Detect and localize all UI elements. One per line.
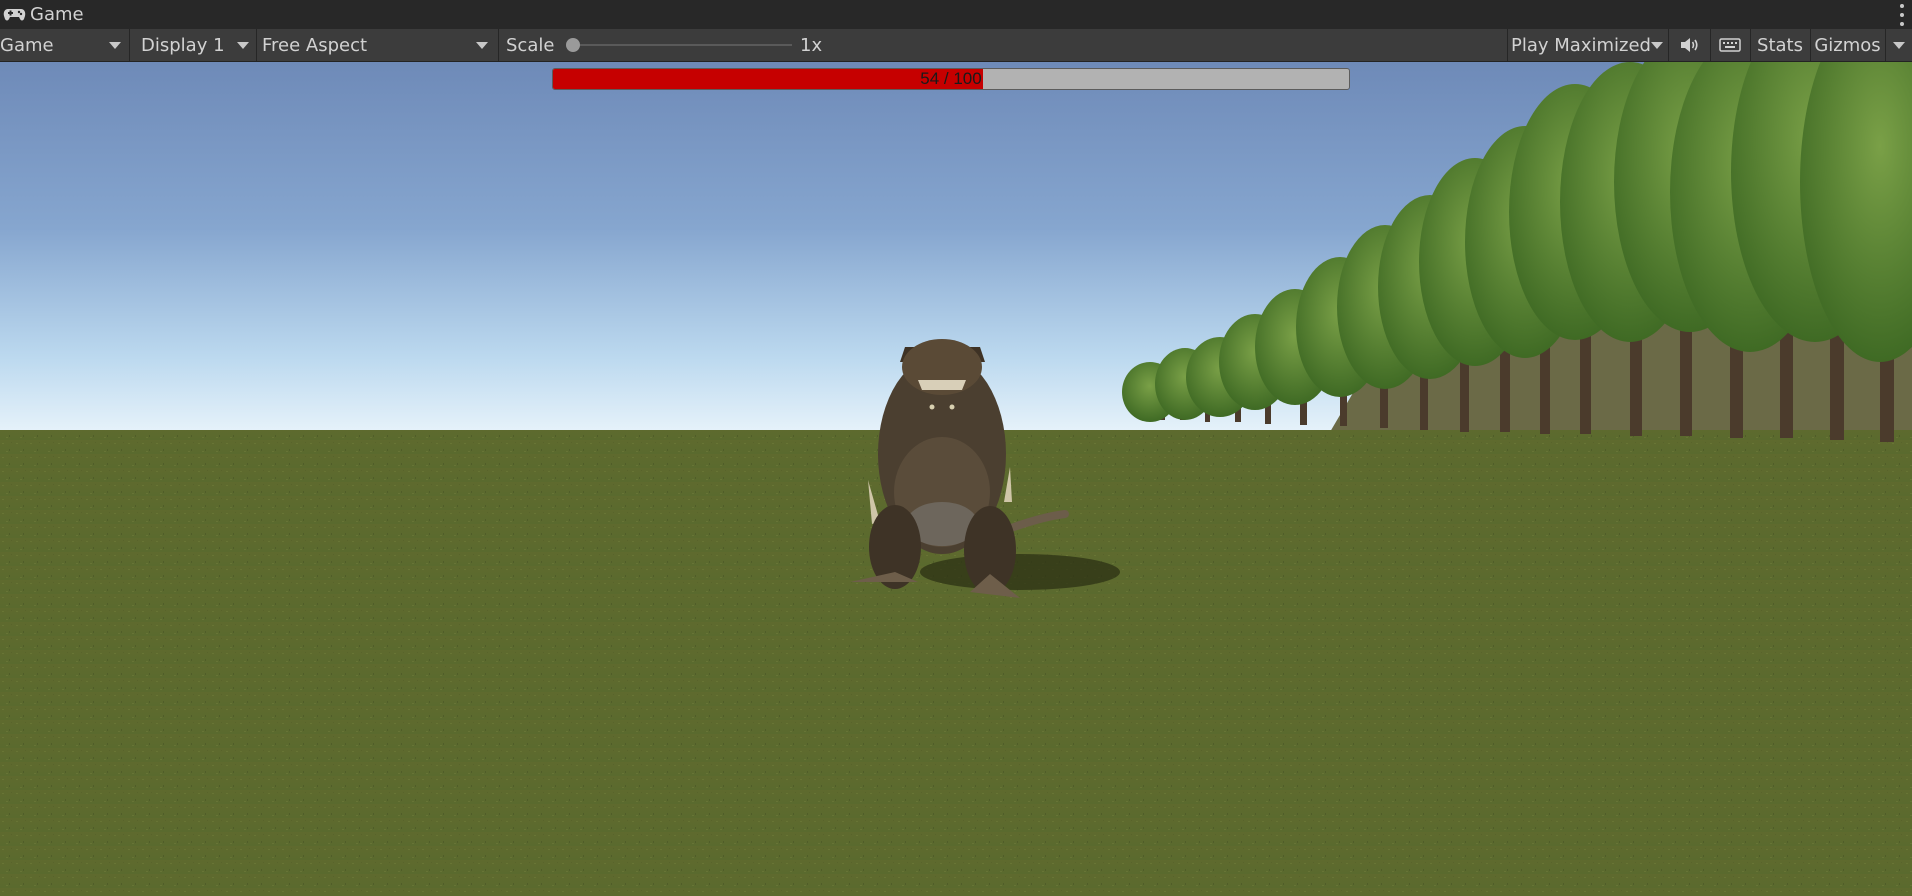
display-label: Display 1 (141, 34, 225, 56)
gizmos-button[interactable]: Gizmos (1811, 29, 1884, 61)
scale-slider-track[interactable] (567, 44, 792, 46)
play-mode-label: Play Maximized (1511, 34, 1651, 56)
scale-label-text: Scale (506, 34, 555, 56)
view-mode-label: Game (0, 34, 54, 56)
tab-bar: Game (0, 0, 1912, 29)
health-text: 54 / 100 (920, 69, 982, 88)
chevron-down-icon (1893, 42, 1905, 49)
scale-value-text: 1x (800, 34, 823, 56)
aspect-dropdown[interactable]: Free Aspect (257, 29, 495, 61)
more-options-icon[interactable] (1898, 4, 1906, 26)
keyboard-shortcuts-button[interactable] (1711, 29, 1749, 61)
scale-label: Scale (506, 29, 554, 61)
chevron-down-icon (1651, 42, 1663, 49)
game-window: Game Game Display 1 Free Aspect Scale 1x (0, 0, 1912, 896)
game-toolbar: Game Display 1 Free Aspect Scale 1x Play… (0, 29, 1912, 62)
speaker-icon (1681, 38, 1698, 52)
toolbar-divider (1507, 29, 1508, 61)
game-scene (0, 62, 1912, 896)
scale-value: 1x (800, 29, 822, 61)
play-mode-dropdown[interactable]: Play Maximized (1510, 29, 1666, 61)
scale-slider-thumb[interactable] (566, 38, 580, 52)
tab-game[interactable]: Game (0, 0, 84, 29)
view-mode-dropdown[interactable]: Game (0, 29, 126, 61)
keyboard-icon (1719, 38, 1741, 52)
toolbar-divider (498, 29, 499, 61)
stats-label: Stats (1757, 34, 1803, 56)
gizmos-label: Gizmos (1814, 34, 1881, 56)
health-bar: 54 / 100 (552, 68, 1350, 90)
gamepad-icon (3, 8, 26, 20)
monster-shadow (920, 554, 1120, 590)
mute-audio-button[interactable] (1669, 29, 1709, 61)
gizmos-dropdown[interactable] (1886, 29, 1912, 61)
game-viewport[interactable]: 54 / 100 (0, 62, 1912, 896)
chevron-down-icon (476, 42, 488, 49)
chevron-down-icon (109, 42, 121, 49)
aspect-label: Free Aspect (262, 34, 368, 56)
chevron-down-icon (237, 42, 249, 49)
tab-title: Game (30, 4, 84, 25)
stats-button[interactable]: Stats (1751, 29, 1809, 61)
display-dropdown[interactable]: Display 1 (130, 29, 255, 61)
